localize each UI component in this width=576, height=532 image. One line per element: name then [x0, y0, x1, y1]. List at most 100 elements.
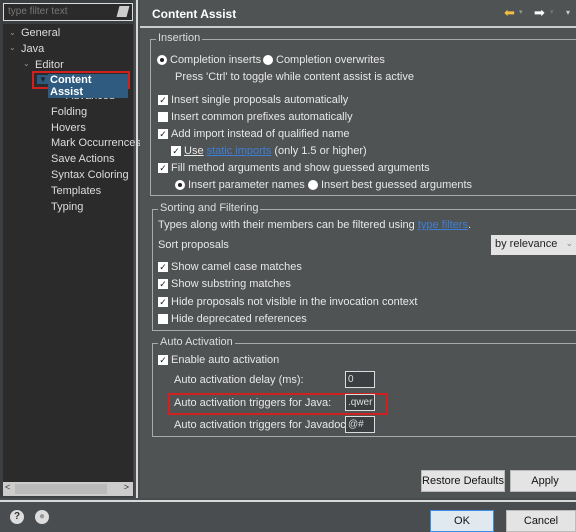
tree-item-templates[interactable]: Templates — [51, 185, 101, 197]
view-menu-icon[interactable]: ▾ — [566, 8, 570, 17]
restore-defaults-button[interactable]: Restore Defaults — [421, 470, 505, 492]
tree-item-mark-occurrences[interactable]: Mark Occurrences — [51, 137, 141, 149]
hide-invisible-checkbox[interactable]: ✓ Hide proposals not visible in the invoc… — [158, 296, 417, 308]
checkbox-checked-icon[interactable]: ✓ — [158, 279, 168, 289]
checkbox-label: Add import instead of qualified name — [171, 128, 350, 140]
checkbox-icon[interactable] — [158, 314, 168, 324]
radio-selected-icon[interactable] — [175, 180, 185, 190]
substring-checkbox[interactable]: ✓ Show substring matches — [158, 278, 291, 290]
checkbox-checked-icon[interactable]: ✓ — [158, 262, 168, 272]
tree-item-folding[interactable]: Folding — [51, 106, 87, 118]
insert-parameter-names-radio[interactable]: Insert parameter names — [175, 179, 305, 191]
type-filters-text: Types along with their members can be fi… — [158, 219, 471, 231]
checkbox-label: Show camel case matches — [171, 261, 302, 273]
expand-icon[interactable]: ⌄ — [23, 59, 30, 68]
checkbox-label: Enable auto activation — [171, 354, 280, 366]
info-text: Types along with their members can be fi… — [158, 219, 415, 231]
label-text: Auto activation triggers for Javadoc: — [174, 419, 349, 431]
splitter[interactable] — [136, 0, 138, 498]
label-text: Auto activation delay (ms): — [174, 374, 304, 386]
page-title: Content Assist — [152, 7, 237, 21]
enable-auto-activation-checkbox[interactable]: ✓ Enable auto activation — [158, 354, 279, 366]
delay-label: Auto activation delay (ms): — [174, 374, 304, 386]
clear-filter-icon[interactable] — [116, 6, 130, 17]
scrollbar-thumb[interactable] — [15, 484, 107, 494]
add-import-checkbox[interactable]: ✓ Add import instead of qualified name — [158, 128, 350, 140]
insert-prefixes-checkbox[interactable]: Insert common prefixes automatically — [158, 111, 353, 123]
apply-button[interactable]: Apply — [510, 470, 576, 492]
fill-arguments-checkbox[interactable]: ✓ Fill method arguments and show guessed … — [158, 162, 430, 174]
auto-activation-group: Auto Activation ✓ Enable auto activation … — [152, 336, 576, 437]
tree-item-content-assist[interactable]: ▼ Content Assist — [32, 71, 130, 98]
cancel-button[interactable]: Cancel — [506, 510, 576, 532]
radio-label: Completion inserts — [170, 54, 262, 66]
radio-selected-icon[interactable] — [157, 55, 167, 65]
checkbox-checked-icon[interactable]: ✓ — [158, 297, 168, 307]
checkbox-label: Insert common prefixes automatically — [171, 111, 353, 123]
tree-item-typing[interactable]: Typing — [51, 201, 83, 213]
tree-item-java[interactable]: Java — [21, 43, 44, 55]
help-icon[interactable]: ? — [10, 510, 24, 524]
checkbox-checked-icon[interactable]: ✓ — [158, 355, 168, 365]
checkbox-label: Fill method arguments and show guessed a… — [171, 162, 430, 174]
tree-item-editor[interactable]: Editor — [35, 59, 64, 71]
camel-case-checkbox[interactable]: ✓ Show camel case matches — [158, 261, 302, 273]
filter-input[interactable]: type filter text — [3, 3, 133, 21]
tree-item-syntax-coloring[interactable]: Syntax Coloring — [51, 169, 129, 181]
back-arrow-icon[interactable]: ⬅ — [504, 5, 515, 21]
use-static-imports-checkbox[interactable]: ✓ Use static imports (only 1.5 or higher) — [171, 145, 367, 157]
static-imports-link[interactable]: static imports — [207, 145, 272, 157]
forward-arrow-icon[interactable]: ➡ — [534, 5, 545, 21]
ok-button[interactable]: OK — [430, 510, 494, 532]
tree-item-label: Content Assist — [48, 74, 128, 98]
checkbox-label: Use — [184, 145, 204, 157]
dialog-button-bar: ? ● OK Cancel — [0, 500, 576, 532]
hint-text: Press 'Ctrl' to toggle while content ass… — [175, 71, 414, 83]
sort-proposals-dropdown[interactable]: by relevance ⌄ — [491, 235, 576, 255]
version-note: (only 1.5 or higher) — [274, 145, 367, 157]
tree-item-general[interactable]: General — [21, 27, 60, 39]
radio-label: Insert parameter names — [188, 179, 305, 191]
toggle-hint: Press 'Ctrl' to toggle while content ass… — [175, 71, 414, 83]
delay-input[interactable]: 0 — [345, 371, 375, 388]
java-triggers-label: Auto activation triggers for Java: — [174, 397, 331, 409]
forward-dropdown-icon[interactable]: ▾ — [550, 8, 554, 16]
radio-icon[interactable] — [308, 180, 318, 190]
hide-deprecated-checkbox[interactable]: Hide deprecated references — [158, 313, 307, 325]
chevron-down-icon: ⌄ — [565, 238, 573, 248]
checkbox-checked-icon[interactable]: ✓ — [158, 95, 168, 105]
content-assist-page: Content Assist ⬅ ▾ ➡ ▾ ▾ Insertion Compl… — [140, 0, 576, 498]
back-dropdown-icon[interactable]: ▾ — [519, 8, 523, 16]
checkbox-checked-icon[interactable]: ✓ — [158, 129, 168, 139]
tree-item-save-actions[interactable]: Save Actions — [51, 153, 115, 165]
scroll-left-icon[interactable]: < — [5, 482, 10, 492]
insert-single-checkbox[interactable]: ✓ Insert single proposals automatically — [158, 94, 348, 106]
type-filters-link[interactable]: type filters — [418, 219, 468, 231]
expand-icon[interactable]: ⌄ — [9, 43, 16, 52]
checkbox-label: Hide proposals not visible in the invoca… — [171, 296, 418, 308]
java-triggers-input[interactable]: .qwer — [345, 394, 375, 411]
insert-best-guessed-radio[interactable]: Insert best guessed arguments — [308, 179, 472, 191]
period: . — [467, 219, 472, 231]
sort-proposals-label: Sort proposals — [158, 239, 229, 251]
checkbox-checked-icon[interactable]: ✓ — [158, 163, 168, 173]
tree-item-hovers[interactable]: Hovers — [51, 122, 86, 134]
page-header: Content Assist ⬅ ▾ ➡ ▾ ▾ — [140, 0, 576, 28]
javadoc-triggers-input[interactable]: @# — [345, 416, 375, 433]
completion-overwrites-radio[interactable]: Completion overwrites — [263, 54, 385, 66]
completion-inserts-radio[interactable]: Completion inserts — [157, 54, 261, 66]
scroll-right-icon[interactable]: > — [124, 482, 129, 492]
collapse-icon[interactable]: ⌄ — [9, 28, 16, 37]
label-text: Auto activation triggers for Java: — [174, 397, 332, 409]
checkbox-icon[interactable] — [158, 112, 168, 122]
radio-icon[interactable] — [263, 55, 273, 65]
import-export-icon[interactable]: ● — [35, 510, 49, 524]
group-legend: Auto Activation — [158, 336, 235, 348]
insertion-group: Insertion Completion inserts Completion … — [150, 32, 576, 196]
group-legend: Sorting and Filtering — [158, 202, 261, 214]
radio-label: Completion overwrites — [276, 54, 385, 66]
horizontal-scrollbar[interactable]: < > — [3, 482, 133, 496]
checkbox-label: Insert single proposals automatically — [171, 94, 349, 106]
checkbox-checked-icon[interactable]: ✓ — [171, 146, 181, 156]
javadoc-triggers-label: Auto activation triggers for Javadoc: — [174, 419, 349, 431]
